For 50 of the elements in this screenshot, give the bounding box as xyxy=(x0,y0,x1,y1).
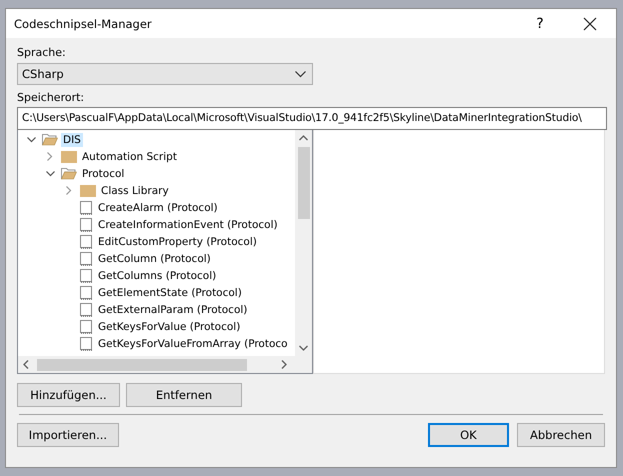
document-icon xyxy=(80,336,93,350)
tree-item[interactable]: GetColumn (Protocol) xyxy=(96,252,213,266)
document-icon xyxy=(80,286,93,300)
action-button[interactable]: Hinzufügen... xyxy=(17,383,120,407)
scroll-right-icon[interactable] xyxy=(281,360,287,369)
close-icon xyxy=(583,16,597,30)
folder-icon xyxy=(80,184,96,197)
document-icon xyxy=(80,200,93,214)
document-icon xyxy=(80,320,93,334)
language-dropdown[interactable]: CSharp xyxy=(17,63,313,85)
document-icon xyxy=(80,234,93,248)
tree-item[interactable]: Class Library xyxy=(99,184,171,198)
language-label: Sprache: xyxy=(17,46,67,60)
tree-item[interactable]: Automation Script xyxy=(80,150,179,164)
tree-item[interactable]: Protocol xyxy=(80,166,126,180)
action-button[interactable]: Entfernen xyxy=(126,383,242,407)
tree-item[interactable]: GetKeysForValue (Protocol) xyxy=(96,320,242,334)
open-folder-icon xyxy=(42,133,58,146)
dialog-button[interactable]: Importieren... xyxy=(17,423,119,447)
dialog-button[interactable]: OK xyxy=(428,423,509,447)
help-button[interactable]: ? xyxy=(530,12,550,36)
scroll-up-icon[interactable] xyxy=(299,135,308,141)
document-icon xyxy=(80,302,93,316)
window-title: Codeschnipsel-Manager xyxy=(14,16,153,30)
vertical-scrollbar[interactable] xyxy=(295,130,312,356)
open-folder-icon xyxy=(61,167,77,180)
chevron-right-icon[interactable] xyxy=(47,152,53,161)
tree-item[interactable]: GetColumns (Protocol) xyxy=(96,268,218,282)
scroll-left-icon[interactable] xyxy=(23,360,29,369)
chevron-down-icon xyxy=(295,70,306,78)
chevron-down-icon[interactable] xyxy=(26,136,36,142)
tree-item[interactable]: EditCustomProperty (Protocol) xyxy=(96,234,259,248)
chevron-right-icon[interactable] xyxy=(66,186,72,195)
tree-item[interactable]: CreateInformationEvent (Protocol) xyxy=(96,218,280,232)
tree-item[interactable]: CreateAlarm (Protocol) xyxy=(96,200,220,214)
scroll-thumb[interactable] xyxy=(37,358,247,370)
scroll-thumb[interactable] xyxy=(298,147,310,219)
tree-item[interactable]: GetExternalParam (Protocol) xyxy=(96,302,250,316)
dialog-button[interactable]: Abbrechen xyxy=(516,423,605,447)
tree-item[interactable]: DIS xyxy=(61,132,83,146)
scroll-down-icon[interactable] xyxy=(299,345,308,351)
tree-item[interactable]: GetKeysForValueFromArray (Protoco xyxy=(96,336,290,350)
folder-icon xyxy=(61,150,77,163)
location-field[interactable]: C:\Users\PascualF\AppData\Local\Microsoft\VisualStudio\17.0_941fc2f5\Skyline\DataMinerIntegrationStudio\ xyxy=(17,107,607,130)
document-icon xyxy=(80,268,93,282)
document-icon xyxy=(80,218,93,232)
location-label: Speicherort: xyxy=(17,91,86,105)
document-icon xyxy=(80,252,93,266)
tree-item[interactable]: GetElementState (Protocol) xyxy=(96,286,244,300)
chevron-down-icon[interactable] xyxy=(46,170,54,176)
